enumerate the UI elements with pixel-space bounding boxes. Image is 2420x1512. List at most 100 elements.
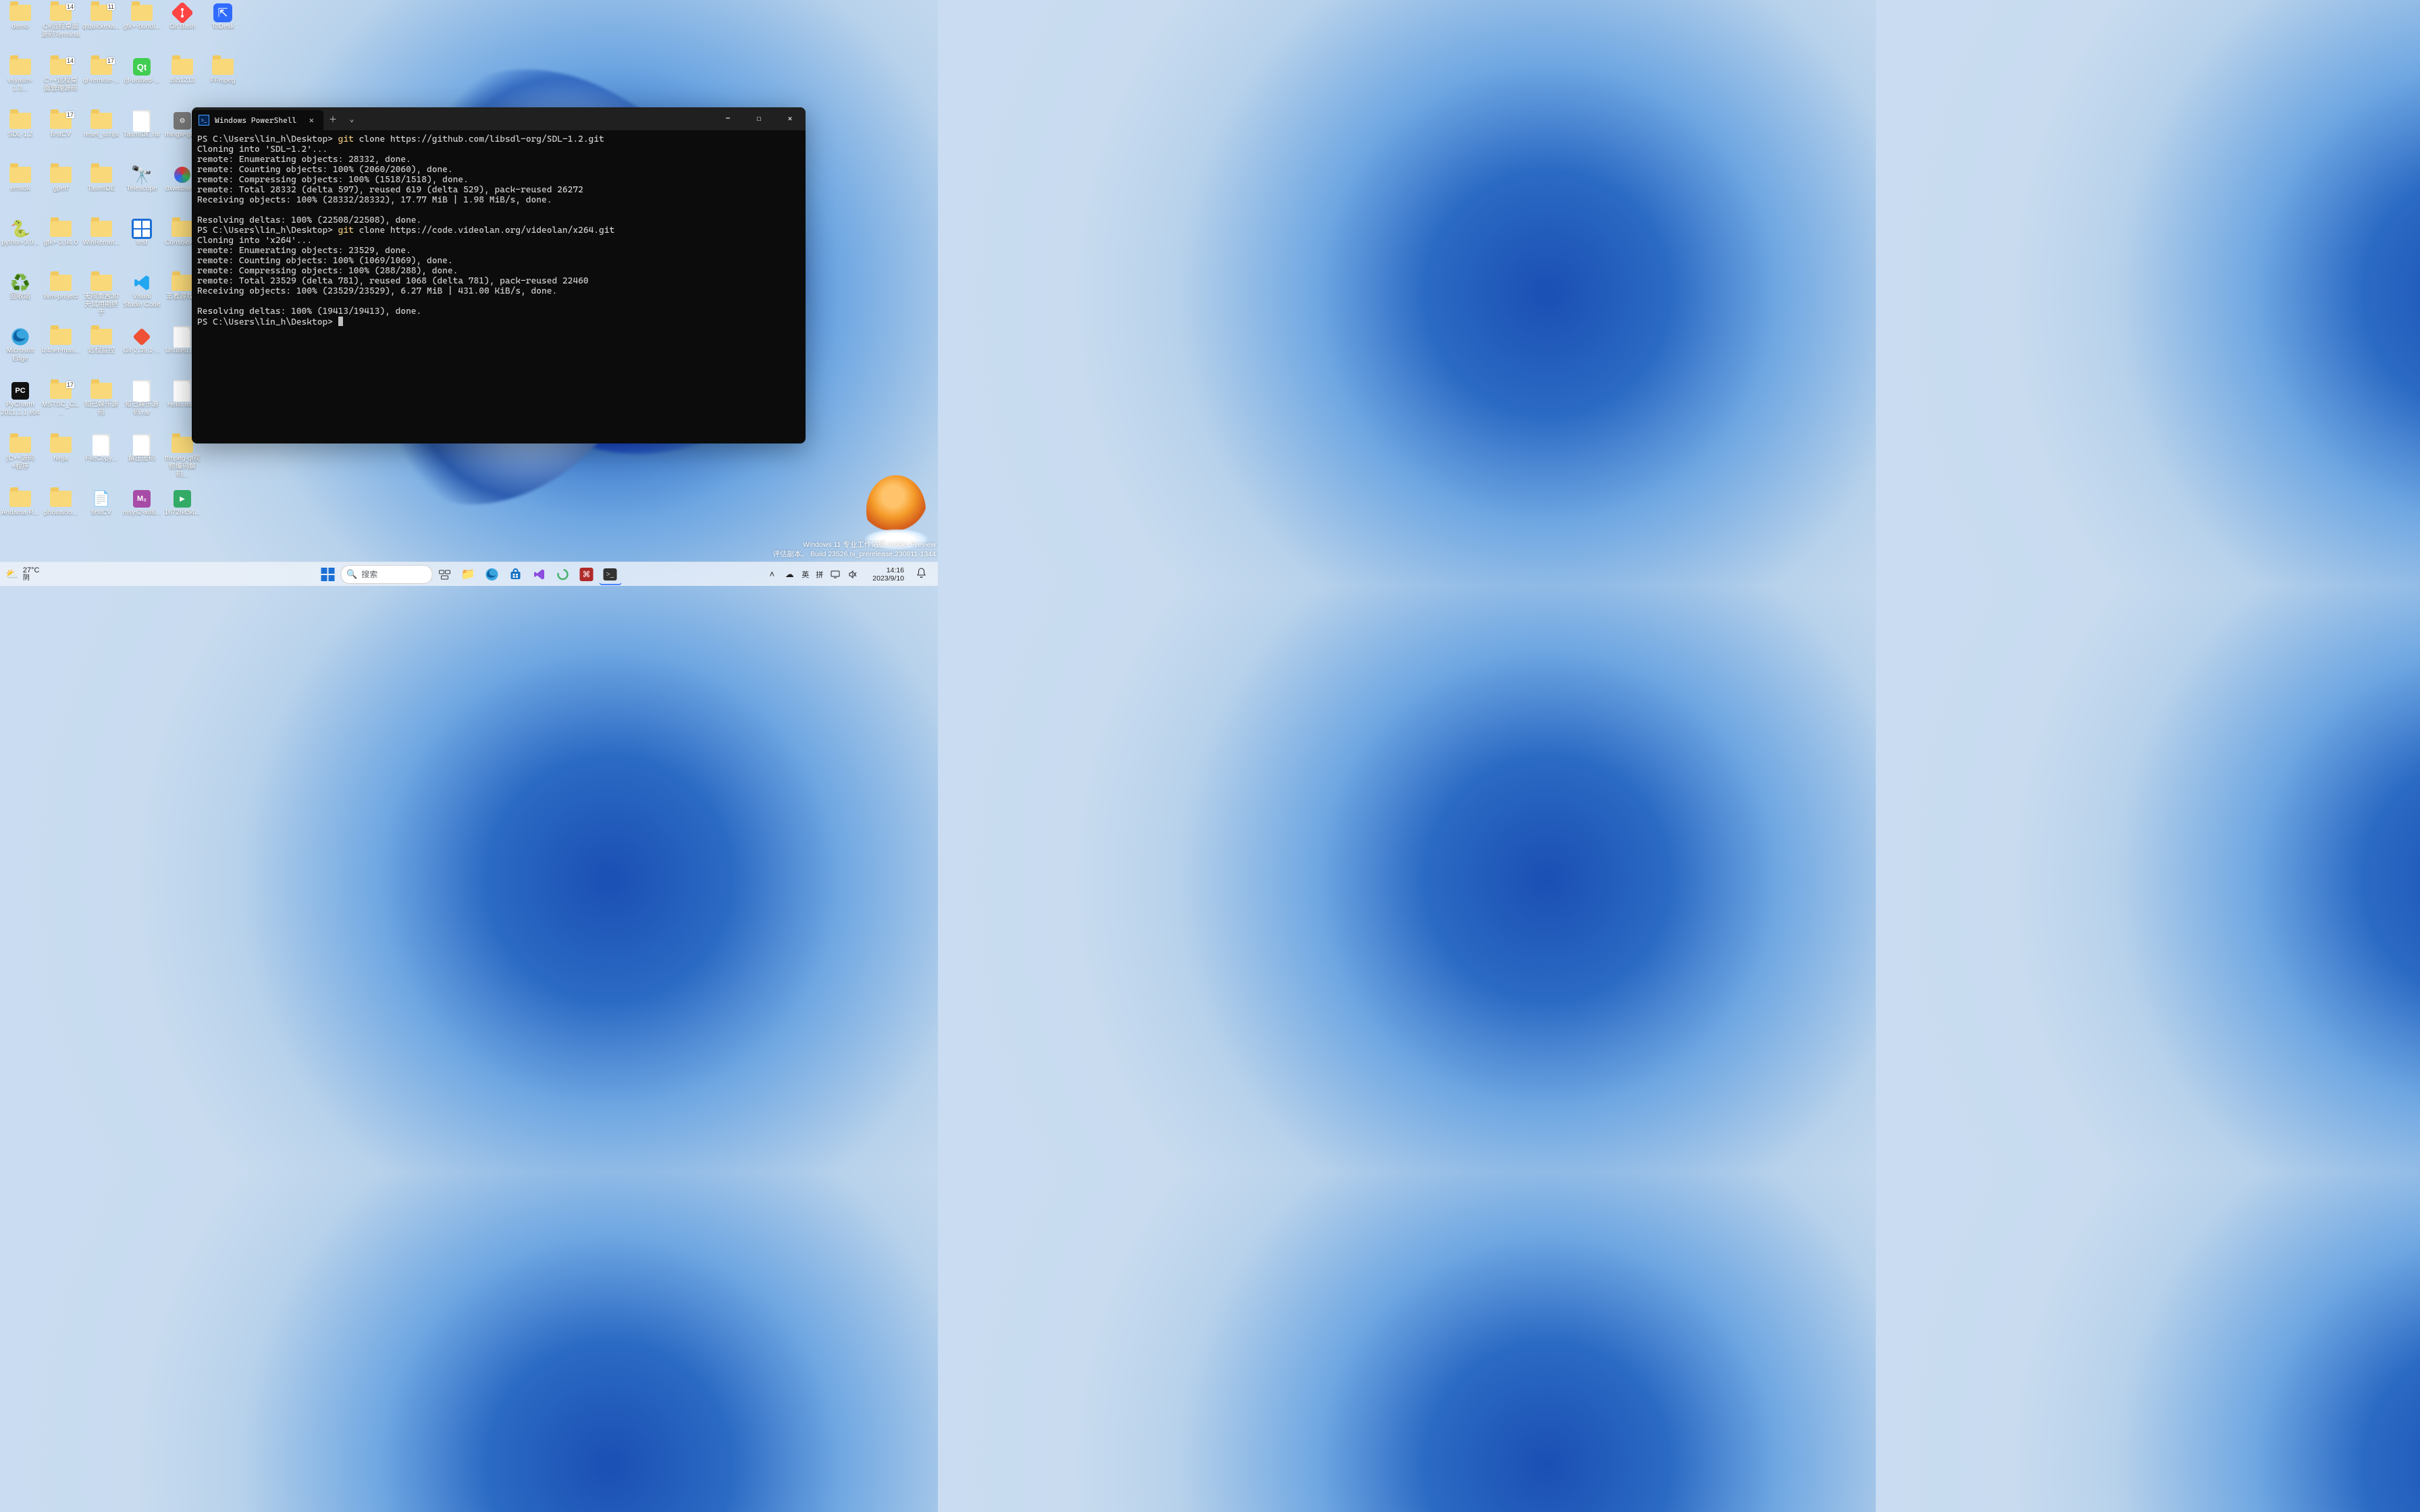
desktop-icon[interactable]: 🐍python-3.9... <box>0 219 41 247</box>
tab-powershell[interactable]: >_ Windows PowerShell ✕ <box>192 110 323 130</box>
desktop-icon[interactable]: emsdk <box>0 165 41 193</box>
desktop-icon[interactable]: lz4net-mas... <box>41 327 81 355</box>
icon-label: ninja <box>41 455 80 463</box>
pc-icon <box>830 570 841 579</box>
weather-icon: ⛅ <box>5 568 19 581</box>
icon-graphic <box>90 273 113 293</box>
desktop-icon[interactable]: 知己娱乐源码.rar <box>122 381 162 417</box>
desktop-icon[interactable]: 知己娱乐源码 <box>81 381 122 417</box>
desktop-icon[interactable]: M₂msys2-x86... <box>122 489 162 517</box>
taskbar-app-edge[interactable] <box>481 564 503 585</box>
icon-graphic: PC <box>9 381 32 401</box>
icon-label: gtk+-bundl... <box>122 23 161 31</box>
terminal-output[interactable]: PS C:\Users\lin_h\Desktop> git clone htt… <box>192 130 806 443</box>
desktop-icon[interactable]: photosho... <box>41 489 81 517</box>
close-button[interactable]: ✕ <box>774 107 806 129</box>
desktop-icon[interactable]: FFmpeg <box>203 57 243 85</box>
desktop-icon[interactable]: ♻️回收站 <box>0 273 41 301</box>
desktop-icon[interactable]: test <box>122 219 162 247</box>
new-tab-button[interactable]: ＋ <box>323 107 342 130</box>
icon-label: PyCharm 2021.1.1 x64 <box>1 401 40 417</box>
desktop-icon[interactable]: Qtqt-unified-... <box>122 57 162 85</box>
tray-volume-icon[interactable] <box>845 564 860 585</box>
desktop-icon[interactable]: 无限重置30天试用期终于 <box>81 273 122 317</box>
icon-graphic: 14 <box>49 3 72 23</box>
desktop-icon[interactable]: 11qtquickexa... <box>81 3 122 31</box>
maximize-button[interactable]: ☐ <box>743 107 774 129</box>
titlebar[interactable]: >_ Windows PowerShell ✕ ＋ ⌄ ― ☐ ✕ <box>192 107 806 130</box>
tab-dropdown-button[interactable]: ⌄ <box>342 107 361 130</box>
taskbar-app-store[interactable] <box>504 564 527 585</box>
icon-graphic: 17 <box>90 57 113 77</box>
desktop-icon[interactable]: WinRemot... <box>81 219 122 247</box>
desktop-icon[interactable]: Git Bash <box>162 3 203 31</box>
desktop-icon[interactable]: ninja <box>41 435 81 463</box>
desktop-icon[interactable]: 17qt-remote-... <box>81 57 122 85</box>
icon-graphic: 📄 <box>90 489 113 509</box>
desktop-icon[interactable]: reset_script <box>81 111 122 139</box>
taskbar-app-explorer[interactable]: 📁 <box>457 564 479 585</box>
icon-graphic: 🔭 <box>130 165 153 185</box>
tray-network-icon[interactable] <box>828 564 843 585</box>
ime-mode[interactable]: 拼 <box>814 569 825 580</box>
icon-graphic <box>130 111 153 131</box>
tray-onedrive-icon[interactable]: ☁ <box>782 564 797 585</box>
desktop-icon[interactable]: Visual Studio Code <box>122 273 162 309</box>
show-desktop-button[interactable] <box>934 562 938 586</box>
desktop-icon[interactable]: TasmIDE.rar <box>122 111 162 139</box>
icon-label: python-3.9... <box>1 239 40 247</box>
desktop-icon[interactable]: Git-2.39.1-... <box>122 327 162 355</box>
desktop-icon[interactable]: ▶16726454... <box>162 489 203 517</box>
icon-label: ffmpeg-qt视频编码解码... <box>163 455 202 479</box>
desktop-icon[interactable]: gtk+-bundl... <box>122 3 162 31</box>
desktop-icon[interactable]: 远程监控 <box>81 327 122 355</box>
icon-label: zlib1213 <box>163 77 202 85</box>
desktop-icon[interactable]: zlib1213 <box>162 57 203 85</box>
notification-center-button[interactable] <box>912 568 930 580</box>
desktop-icon[interactable]: 14C++远程桌面管理源码 <box>41 57 81 93</box>
taskbar-app-visualstudio[interactable] <box>528 564 550 585</box>
icon-graphic <box>90 435 113 455</box>
desktop-icon[interactable]: demo <box>0 3 41 31</box>
desktop-icon[interactable]: Microsoft Edge <box>0 327 41 363</box>
icon-graphic <box>130 381 153 401</box>
desktop-icon[interactable]: 17MSTSC_CL... <box>41 381 81 417</box>
start-icon <box>321 568 335 581</box>
spinner-icon <box>557 568 569 580</box>
icon-graphic: 11 <box>90 3 113 23</box>
desktop-icon[interactable]: 17firstCV <box>41 111 81 139</box>
desktop-icon[interactable]: gtk+-3.94.0 <box>41 219 81 247</box>
taskbar-search[interactable]: 🔍 搜索 <box>340 565 432 584</box>
icon-label: gperf <box>41 185 80 193</box>
taskbar-app-xshell[interactable]: ⌘ <box>575 564 598 585</box>
desktop-icon[interactable]: vsyasm-1.3... <box>0 57 41 93</box>
desktop-icon[interactable]: Andama-R... <box>0 489 41 517</box>
icon-graphic <box>171 3 194 23</box>
task-view-button[interactable] <box>433 564 456 585</box>
desktop-icon[interactable]: TasmIDE <box>81 165 122 193</box>
desktop-icon[interactable]: 📄firstCV <box>81 489 122 517</box>
desktop-icon[interactable]: llvm-project <box>41 273 81 301</box>
desktop-icon[interactable]: 14C#远程桌面源码Terminal <box>41 3 81 39</box>
taskbar-clock[interactable]: 14:16 2023/9/10 <box>868 566 908 583</box>
desktop-icon[interactable]: gperf <box>41 165 81 193</box>
desktop-icon[interactable]: SDL-1.2 <box>0 111 41 139</box>
desktop-icon[interactable]: FileCopy... <box>81 435 122 463</box>
desktop-icon[interactable]: ⇱ToDesk <box>203 3 243 31</box>
start-button[interactable] <box>317 564 339 585</box>
desktop-icon[interactable]: 🔭Telescope <box>122 165 162 193</box>
taskbar-weather[interactable]: ⛅ 27°C 阴 <box>0 567 40 582</box>
icon-label: TasmIDE <box>82 185 121 193</box>
icon-graphic: ♻️ <box>9 273 32 293</box>
tray-overflow-button[interactable]: ˄ <box>764 564 779 585</box>
minimize-button[interactable]: ― <box>712 107 743 129</box>
icon-label: Git-2.39.1-... <box>122 347 161 355</box>
taskbar-app-loading[interactable] <box>552 564 574 585</box>
taskbar-app-terminal[interactable]: >_ <box>599 564 621 585</box>
ime-language[interactable]: 英 <box>799 569 811 580</box>
desktop-icon[interactable]: (C++源码+程序 <box>0 435 41 471</box>
desktop-icon[interactable]: PCPyCharm 2021.1.1 x64 <box>0 381 41 417</box>
icon-graphic <box>130 219 153 239</box>
tab-close-button[interactable]: ✕ <box>307 114 317 126</box>
desktop-icon[interactable]: 解压密码 <box>122 435 162 463</box>
